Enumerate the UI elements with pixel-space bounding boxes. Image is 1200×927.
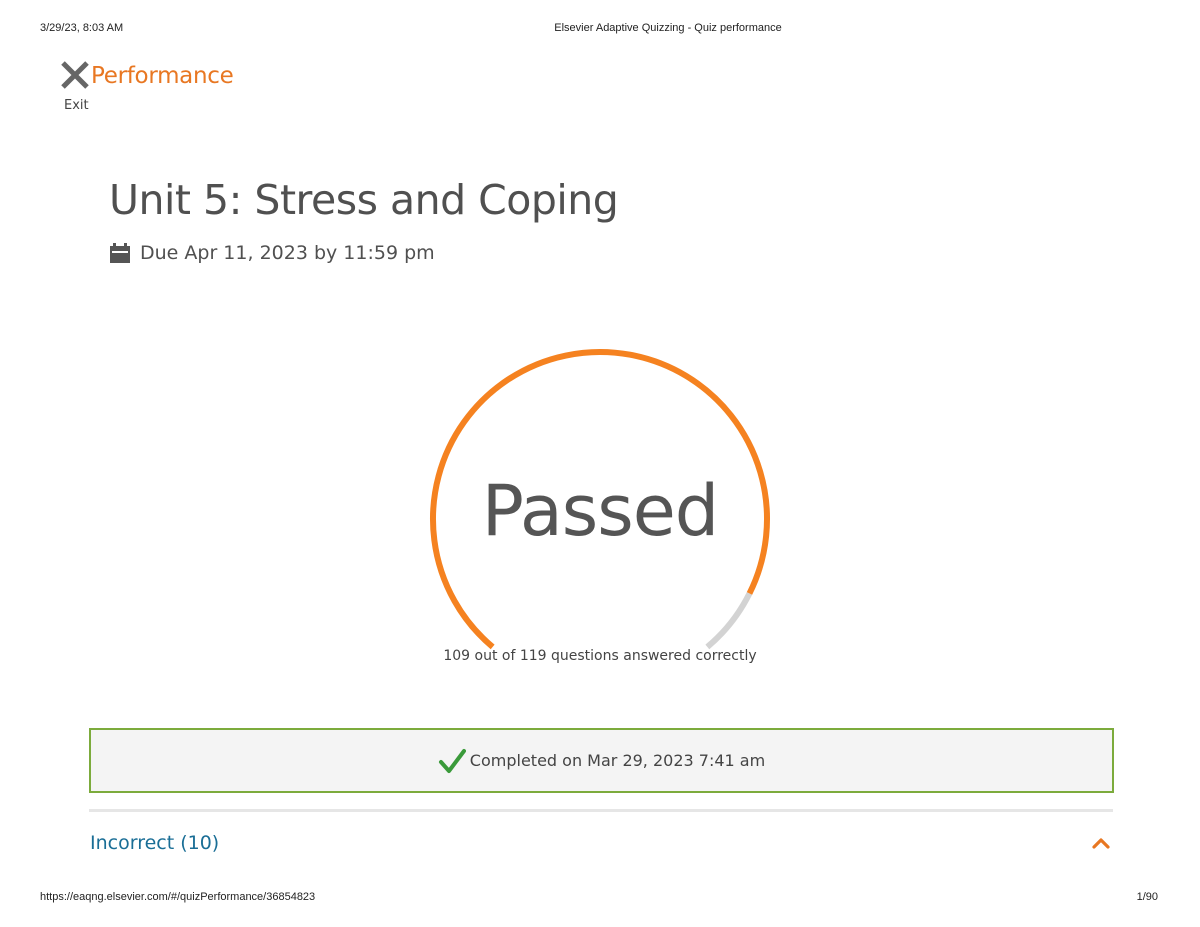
result-status: Passed [481, 470, 719, 552]
print-url: https://eaqng.elsevier.com/#/quizPerform… [40, 891, 316, 903]
checkmark-icon [438, 748, 466, 773]
print-page-number: 1/90 [1136, 891, 1158, 903]
close-x-icon [61, 61, 89, 89]
score-summary: 109 out of 119 questions answered correc… [443, 648, 757, 664]
chevron-up-icon[interactable] [1092, 836, 1110, 850]
incorrect-section-toggle[interactable]: Incorrect (10) [89, 826, 1113, 862]
completion-text: Completed on Mar 29, 2023 7:41 am [469, 751, 766, 770]
print-header: 3/29/23, 8:03 AM Elsevier Adaptive Quizz… [0, 22, 1200, 38]
completion-banner: Completed on Mar 29, 2023 7:41 am [89, 728, 1114, 793]
incorrect-section-label: Incorrect (10) [90, 832, 220, 854]
section-title: Performance [91, 63, 234, 89]
score-gauge: Passed [420, 340, 780, 660]
exit-label: Exit [64, 98, 89, 113]
due-date-text: Due Apr 11, 2023 by 11:59 pm [140, 242, 435, 264]
gauge-track-arc [705, 592, 753, 650]
calendar-icon [110, 243, 130, 263]
print-page-title: Elsevier Adaptive Quizzing - Quiz perfor… [554, 22, 782, 34]
due-date-row: Due Apr 11, 2023 by 11:59 pm [109, 240, 435, 266]
section-divider [89, 809, 1113, 812]
quiz-title: Unit 5: Stress and Coping [109, 176, 619, 224]
